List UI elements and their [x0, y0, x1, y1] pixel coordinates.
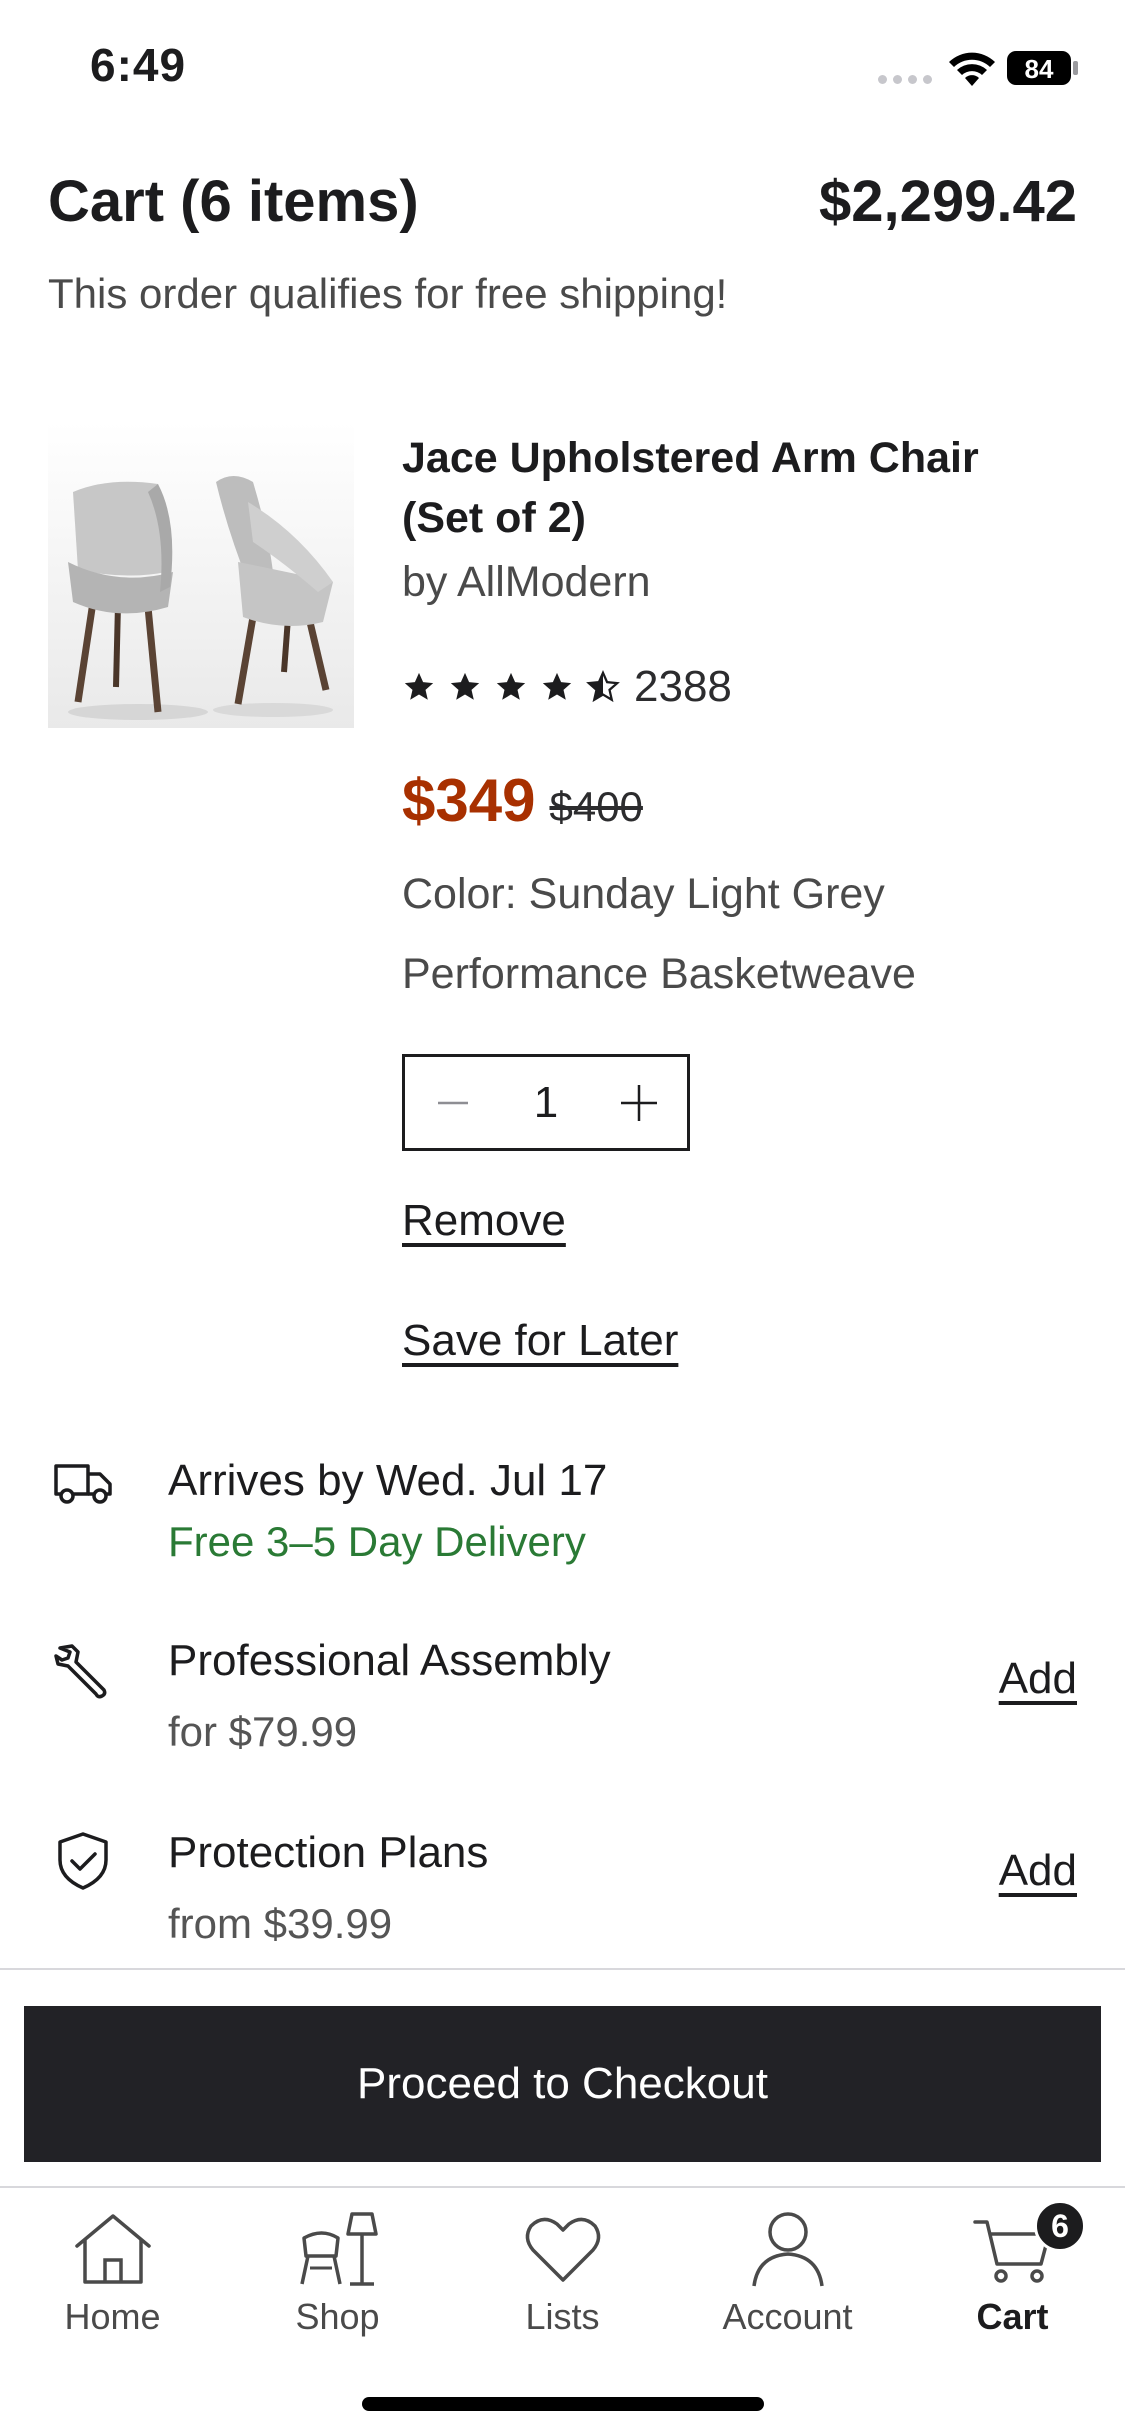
- tab-account-label: Account: [722, 2296, 853, 2337]
- wifi-icon: [949, 52, 995, 86]
- star-rating: [402, 670, 620, 704]
- review-count: 2388: [634, 662, 732, 711]
- shield-check-icon: [58, 1832, 108, 1890]
- status-time: 6:49: [90, 39, 187, 91]
- option-fabric: Performance Basketweave: [402, 950, 916, 998]
- cart-total: $2,299.42: [818, 169, 1077, 234]
- tab-cart-label: Cart: [976, 2296, 1049, 2337]
- cellular-signal-icon: [878, 75, 932, 84]
- add-protection-link[interactable]: Add: [999, 1846, 1077, 1896]
- tab-home[interactable]: Home: [0, 2198, 225, 2368]
- heart-icon: [525, 2217, 600, 2282]
- protection-price: from $39.99: [168, 1900, 393, 1947]
- home-indicator[interactable]: [362, 2397, 764, 2411]
- product-rating[interactable]: 2388: [402, 662, 732, 712]
- account-icon: [751, 2212, 824, 2287]
- quantity-value[interactable]: 1: [501, 1078, 591, 1128]
- sale-price: $349: [402, 767, 536, 834]
- delivery-arrival: Arrives by Wed. Jul 17: [168, 1456, 608, 1505]
- assembly-price: for $79.99: [168, 1708, 358, 1755]
- cart-count-badge: 6: [1034, 2200, 1086, 2252]
- home-icon: [74, 2214, 151, 2284]
- star-full-icon: [450, 672, 480, 700]
- star-full-icon: [404, 672, 434, 700]
- product-brand: by AllModern: [402, 558, 651, 606]
- tab-account[interactable]: Account: [675, 2198, 900, 2368]
- status-bar: 6:49 84: [0, 0, 1125, 140]
- wrench-icon: [54, 1644, 107, 1699]
- quantity-stepper: 1: [402, 1054, 690, 1151]
- tab-shop-label: Shop: [295, 2296, 380, 2337]
- cart-title: Cart (6 items): [48, 169, 419, 234]
- shop-icon: [299, 2212, 378, 2286]
- tab-lists[interactable]: Lists: [450, 2198, 675, 2368]
- original-price: $400: [549, 783, 643, 830]
- product-title[interactable]: Jace Upholstered Arm Chair (Set of 2): [402, 428, 1062, 548]
- free-shipping-note: This order qualifies for free shipping!: [48, 270, 728, 317]
- battery-icon: 84: [1007, 51, 1078, 85]
- tab-cart[interactable]: Cart: [900, 2198, 1125, 2368]
- assembly-title: Professional Assembly: [168, 1636, 611, 1685]
- save-for-later-link[interactable]: Save for Later: [402, 1316, 678, 1366]
- truck-icon: [54, 1464, 112, 1504]
- proceed-to-checkout-button[interactable]: Proceed to Checkout: [24, 2006, 1101, 2162]
- cart-screen: 6:49 84 Cart (6 items) $2,299.42 This or…: [0, 0, 1125, 2436]
- star-half-icon: [586, 670, 620, 703]
- minus-icon: [438, 1101, 468, 1104]
- price-row: $349 $400: [402, 766, 643, 835]
- battery-level: 84: [1025, 54, 1054, 84]
- delivery-method: Free 3–5 Day Delivery: [168, 1518, 586, 1565]
- tab-lists-label: Lists: [525, 2296, 600, 2337]
- star-full-icon: [542, 672, 572, 700]
- option-color: Color: Sunday Light Grey: [402, 870, 885, 918]
- plus-icon: [621, 1084, 657, 1121]
- increase-quantity-button[interactable]: [591, 1057, 687, 1148]
- decrease-quantity-button[interactable]: [405, 1057, 501, 1148]
- protection-title: Protection Plans: [168, 1828, 489, 1877]
- checkout-divider: [0, 1968, 1125, 1970]
- product-image[interactable]: [48, 422, 354, 728]
- tab-home-label: Home: [64, 2296, 161, 2337]
- tab-shop[interactable]: Shop: [225, 2198, 450, 2368]
- add-assembly-link[interactable]: Add: [999, 1654, 1077, 1704]
- remove-link[interactable]: Remove: [402, 1196, 566, 1246]
- star-full-icon: [496, 672, 526, 700]
